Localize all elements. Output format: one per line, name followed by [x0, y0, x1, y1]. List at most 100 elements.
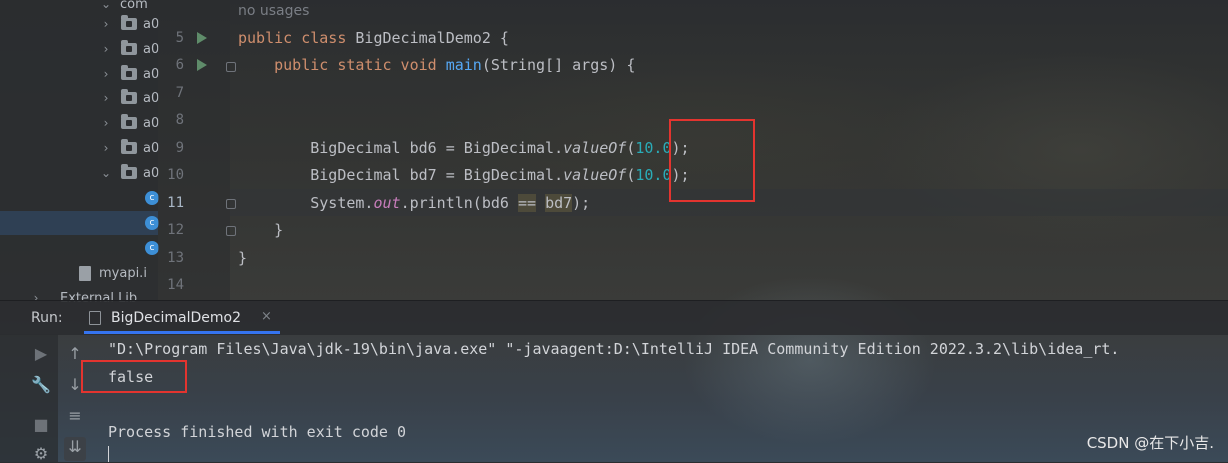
code-line-11[interactable]: System.out.println(bd6 == bd7); — [238, 194, 590, 212]
close-icon[interactable]: × — [261, 309, 272, 324]
tree-item-label: a0 — [143, 115, 160, 131]
tree-folder-expanded[interactable]: ⌄ a0 — [0, 161, 160, 185]
annotation-box-values — [669, 119, 755, 202]
code-line-13[interactable]: } — [238, 249, 247, 267]
code-token: bd7 — [545, 194, 573, 212]
line-number: 8 — [175, 112, 184, 128]
keyword: public static void — [274, 56, 437, 74]
line-number: 5 — [175, 30, 184, 46]
code-line-5[interactable]: public class BigDecimalDemo2 { — [238, 29, 509, 47]
code-line-12[interactable]: } — [238, 221, 283, 239]
tree-folder[interactable]: › a0 — [0, 136, 160, 160]
chevron-right-icon[interactable]: › — [100, 116, 112, 130]
file-icon — [79, 266, 91, 281]
java-class-icon: c — [145, 216, 159, 230]
method-call: valueOf — [563, 166, 627, 184]
fold-icon[interactable] — [226, 199, 236, 209]
package-folder-icon — [121, 15, 137, 30]
chevron-down-icon[interactable]: ⌄ — [100, 0, 112, 11]
annotation-box-output — [81, 360, 187, 393]
settings-gear-icon[interactable]: ⚙ — [30, 444, 52, 463]
rerun-icon[interactable]: ▶ — [30, 344, 52, 363]
tree-item-label: myapi.i — [99, 265, 147, 281]
run-class-icon[interactable] — [197, 32, 207, 44]
line-number: 7 — [175, 85, 184, 101]
tree-folder[interactable]: › a0 — [0, 86, 160, 110]
tree-config-file[interactable]: myapi.i — [0, 261, 158, 285]
line-number: 13 — [167, 250, 184, 266]
package-folder-icon — [121, 89, 137, 104]
line-number-current: 11 — [167, 195, 184, 211]
code-token: ); — [572, 194, 591, 212]
tree-item-label: a0 — [143, 16, 160, 32]
line-number: 12 — [167, 222, 184, 238]
tree-item-label: a0 — [143, 165, 160, 181]
number-literal: 10.0 — [635, 166, 672, 184]
tree-item-label: a0 — [143, 90, 160, 106]
tab-bigdecimaldemo2[interactable]: BigDecimalDemo2 × — [84, 301, 280, 334]
chevron-right-icon[interactable]: › — [100, 141, 112, 155]
chevron-right-icon[interactable]: › — [100, 17, 112, 31]
tree-folder[interactable]: › a0 — [0, 111, 160, 135]
chevron-right-icon[interactable]: › — [100, 42, 112, 56]
console-caret — [108, 446, 109, 462]
line-number: 10 — [167, 167, 184, 183]
class-name: BigDecimalDemo2 — [355, 29, 491, 47]
code-token: System. — [310, 194, 374, 212]
scroll-to-end-icon[interactable]: ⇊ — [64, 437, 86, 461]
line-number: 9 — [175, 140, 184, 156]
method-name: main — [445, 56, 482, 74]
stop-icon[interactable]: ■ — [30, 415, 52, 434]
tree-folder[interactable]: › a0 — [0, 62, 160, 86]
code-token: } — [274, 221, 284, 239]
code-token: .println(bd6 — [400, 194, 518, 212]
fold-icon[interactable] — [226, 62, 236, 72]
chevron-down-icon[interactable]: ⌄ — [100, 166, 112, 180]
usages-hint[interactable]: no usages — [238, 3, 309, 19]
tree-item-label: a0 — [143, 41, 160, 57]
run-tool-window-header: Run: BigDecimalDemo2 × — [0, 300, 1228, 335]
number-literal: 10.0 — [635, 139, 672, 157]
package-folder-icon — [121, 164, 137, 179]
code-line-6[interactable]: public static void main(String[] args) { — [238, 56, 635, 74]
code-token: BigDecimal bd6 = BigDecimal. — [310, 139, 564, 157]
tree-folder[interactable]: › a0 — [0, 37, 160, 61]
fold-icon[interactable] — [226, 226, 236, 236]
package-folder-icon — [121, 65, 137, 80]
wrench-icon[interactable]: 🔧 — [30, 375, 52, 394]
code-token: (String[] args) { — [481, 56, 636, 74]
package-folder-icon — [121, 139, 137, 154]
project-tree[interactable]: ⌄ com › a0 › a0 › a0 › a0 › a0 › a0 ⌄ a0… — [0, 0, 160, 306]
package-folder-icon — [121, 114, 137, 129]
watermark: CSDN @在下小吉. — [1086, 434, 1214, 452]
tab-label: BigDecimalDemo2 — [111, 310, 241, 326]
chevron-right-icon[interactable]: › — [100, 91, 112, 105]
tree-folder[interactable]: › a0 — [0, 12, 160, 36]
package-folder-icon — [121, 40, 137, 55]
code-line-10[interactable]: BigDecimal bd7 = BigDecimal.valueOf(10.0… — [238, 166, 689, 184]
keyword: public class — [238, 29, 347, 47]
method-call: valueOf — [563, 139, 627, 157]
code-line-9[interactable]: BigDecimal bd6 = BigDecimal.valueOf(10.0… — [238, 139, 689, 157]
chevron-right-icon[interactable]: › — [100, 67, 112, 81]
tree-item-label: a0 — [143, 66, 160, 82]
code-token: { — [490, 29, 509, 47]
line-number: 6 — [175, 57, 184, 73]
soft-wrap-icon[interactable]: ≡ — [64, 406, 86, 425]
java-class-icon: c — [145, 191, 159, 205]
console-command-line: "D:\Program Files\Java\jdk-19\bin\java.e… — [108, 340, 1120, 358]
code-token: } — [238, 249, 248, 267]
code-token: BigDecimal bd7 = BigDecimal. — [310, 166, 564, 184]
tree-item-label: com — [120, 0, 148, 12]
static-field: out — [373, 194, 401, 212]
java-class-icon: c — [145, 241, 159, 255]
line-number: 14 — [167, 277, 184, 293]
tree-class-item-selected[interactable]: c — [0, 211, 159, 235]
console-exit-message: Process finished with exit code 0 — [108, 423, 407, 441]
tree-class-item[interactable]: c — [0, 186, 159, 210]
run-config-icon — [89, 311, 101, 325]
run-main-icon[interactable] — [197, 59, 207, 71]
tree-class-item[interactable]: c — [0, 236, 159, 260]
tree-item-label: a0 — [143, 140, 160, 156]
run-label: Run: — [31, 310, 63, 326]
